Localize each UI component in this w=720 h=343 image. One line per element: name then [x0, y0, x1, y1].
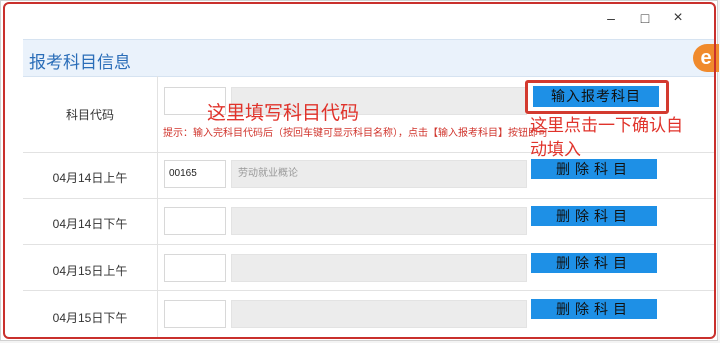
delete-subject-button[interactable]: 删除科目 [531, 253, 657, 273]
row-code-input[interactable] [164, 254, 226, 282]
column-divider [157, 290, 158, 338]
minimize-button[interactable]: – [601, 10, 621, 26]
annotation-click-autofill: 这里点击一下确认自动填入 [530, 116, 683, 159]
input-subject-button[interactable]: 输入报考科目 [533, 86, 659, 107]
input-subject-button-highlight: 输入报考科目 [525, 80, 669, 114]
row-name-field [231, 300, 527, 328]
title-bar: – □ × [1, 1, 717, 35]
row-name-field [231, 254, 527, 282]
close-button[interactable]: × [668, 10, 688, 26]
table-row: 04月15日下午 删除科目 [23, 290, 715, 338]
row-code-input[interactable] [164, 300, 226, 328]
logo-icon: e [693, 44, 719, 72]
row-code-input[interactable] [164, 207, 226, 235]
row-name-field [231, 207, 527, 235]
column-divider [157, 76, 158, 152]
delete-subject-button[interactable]: 删除科目 [531, 159, 657, 179]
column-divider [157, 244, 158, 290]
subject-code-label: 科目代码 [65, 108, 114, 122]
app-window: – □ × 报考科目信息 e 科目代码 输入报考科目 提示：输入完科目代码后（按… [0, 0, 719, 341]
delete-subject-button[interactable]: 删除科目 [531, 299, 657, 319]
row-date-label: 04月14日上午 [52, 171, 128, 185]
panel-header: 报考科目信息 e [23, 39, 719, 77]
row-code-input[interactable]: 00165 [164, 160, 226, 188]
panel-title: 报考科目信息 [29, 53, 131, 72]
row-date-label: 04月15日下午 [52, 311, 128, 325]
delete-subject-button[interactable]: 删除科目 [531, 206, 657, 226]
hint-text: 提示：输入完科目代码后（按回车键可显示科目名称），点击【输入报考科目】按钮即可 [163, 128, 548, 139]
row-name-field: 劳动就业概论 [231, 160, 527, 188]
table-row: 04月15日上午 删除科目 [23, 244, 715, 291]
table-row: 04月14日下午 删除科目 [23, 198, 715, 245]
row-date-label: 04月15日上午 [52, 264, 128, 278]
maximize-button[interactable]: □ [635, 10, 655, 26]
annotation-fill-code: 这里填写科目代码 [207, 103, 360, 124]
row-date-label: 04月14日下午 [52, 217, 128, 231]
column-divider [157, 152, 158, 198]
column-divider [157, 198, 158, 244]
